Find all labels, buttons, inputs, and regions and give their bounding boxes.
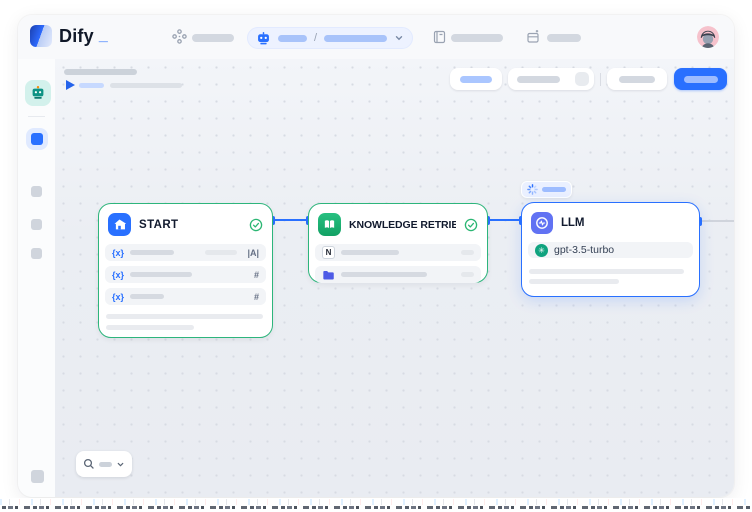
toolbar-button-badge [575, 72, 589, 86]
variable-type-badge: |A| [247, 248, 259, 258]
notion-icon: N [322, 246, 335, 259]
node-kr-header: KNOWLEDGE RETRIEVAL [309, 204, 487, 244]
node-running-indicator [521, 181, 572, 198]
skeleton-bar [529, 279, 619, 284]
skeleton-bar [130, 294, 164, 299]
success-check-icon [464, 218, 478, 232]
skeleton-bar [461, 250, 474, 255]
app-header: Dify _ [18, 15, 734, 59]
sidebar-item[interactable] [31, 248, 42, 259]
variable-type-badge: # [254, 292, 259, 302]
skeleton-bar [192, 34, 234, 42]
node-start[interactable]: START {x} |A| {x} # [98, 203, 273, 338]
dify-logo-text: Dify [59, 26, 94, 47]
skeleton-bar [106, 314, 263, 319]
toolbar-button-run[interactable] [607, 68, 667, 90]
start-variable-row: {x} |A| [105, 244, 266, 261]
move-tool-icon[interactable] [172, 29, 187, 44]
success-check-icon [249, 218, 263, 232]
toolbar-button-preview[interactable] [508, 68, 594, 90]
skeleton-bar [79, 83, 104, 88]
skeleton-bar [110, 83, 182, 88]
knowledge-source-row: N [315, 244, 481, 261]
node-knowledge-retrieval[interactable]: KNOWLEDGE RETRIEVAL N [308, 203, 488, 283]
skeleton-bar [517, 76, 560, 83]
skeleton-bar [324, 35, 387, 42]
app-switcher[interactable]: / [247, 27, 413, 49]
app-robot-icon [256, 31, 271, 46]
skeleton-bar [451, 34, 503, 42]
docs-icon[interactable] [433, 30, 446, 44]
chevron-down-icon [394, 33, 404, 43]
toolbar-divider [600, 73, 601, 86]
skeleton-bar [341, 272, 427, 277]
node-llm[interactable]: LLM ✳ gpt-3.5-turbo [521, 202, 700, 297]
llm-model-row: ✳ gpt-3.5-turbo [528, 242, 693, 258]
dify-logo-cursor: _ [99, 27, 108, 45]
sidebar-item-bottom[interactable] [31, 470, 44, 483]
sidebar-divider [28, 116, 45, 117]
user-avatar[interactable] [697, 26, 719, 48]
openai-icon: ✳ [535, 244, 548, 257]
chevron-down-icon [116, 460, 125, 469]
variable-icon: {x} [112, 270, 124, 280]
variable-icon: {x} [112, 248, 124, 258]
run-play-icon[interactable] [66, 80, 75, 90]
app-switcher-separator: / [314, 32, 317, 44]
workflow-icon [31, 133, 43, 145]
workflow-edge-start-to-kr [273, 219, 308, 221]
llm-model-icon [531, 212, 553, 234]
sidebar-item[interactable] [31, 219, 42, 230]
skeleton-bar [619, 76, 655, 83]
start-variable-row: {x} # [105, 288, 266, 305]
sidebar-bot-avatar-icon[interactable] [25, 80, 51, 106]
variable-icon: {x} [112, 292, 124, 302]
model-name: gpt-3.5-turbo [554, 244, 614, 256]
dify-logo-icon [30, 25, 52, 47]
spinner-icon [527, 184, 538, 195]
sidebar-item-workflow-active[interactable] [26, 128, 48, 150]
sidebar-item[interactable] [31, 186, 42, 197]
skeleton-bar [130, 272, 192, 277]
dify-logo: Dify _ [30, 25, 108, 47]
home-icon [108, 213, 131, 236]
start-variable-row: {x} # [105, 266, 266, 283]
folder-icon [322, 269, 335, 281]
skeleton-bar [684, 76, 718, 83]
variable-type-badge: # [254, 270, 259, 280]
skeleton-bar [547, 34, 581, 42]
page-background: Dify _ [0, 0, 752, 512]
skeleton-bar [64, 69, 137, 75]
skeleton-bar [461, 272, 474, 277]
toolbar-button-features[interactable] [450, 68, 502, 90]
skeleton-bar [106, 325, 194, 330]
workflow-edge-kr-to-llm [488, 219, 521, 221]
node-title: KNOWLEDGE RETRIEVAL [349, 219, 456, 231]
skeleton-bar [130, 250, 174, 255]
skeleton-bar [99, 462, 112, 467]
skeleton-bar [529, 269, 684, 274]
toolbar-button-publish[interactable] [674, 68, 727, 90]
left-sidebar [18, 59, 55, 497]
search-icon [83, 458, 95, 470]
knowledge-source-row [315, 266, 481, 283]
node-llm-header: LLM [522, 203, 699, 242]
workflow-canvas[interactable]: START {x} |A| {x} # [55, 59, 734, 497]
glitch-text-strip [0, 498, 752, 512]
skeleton-bar [460, 76, 492, 83]
zoom-control[interactable] [76, 451, 132, 477]
skeleton-bar [341, 250, 399, 255]
book-icon [318, 213, 341, 236]
skeleton-bar [205, 250, 237, 255]
node-title: LLM [561, 217, 690, 229]
skeleton-bar [542, 187, 566, 192]
node-title: START [139, 219, 241, 231]
dify-app-window: Dify _ [18, 15, 734, 497]
skeleton-bar [278, 35, 307, 42]
node-start-header: START [99, 204, 272, 244]
workflow-edge-llm-out [700, 220, 734, 222]
plugin-icon[interactable] [526, 29, 540, 44]
